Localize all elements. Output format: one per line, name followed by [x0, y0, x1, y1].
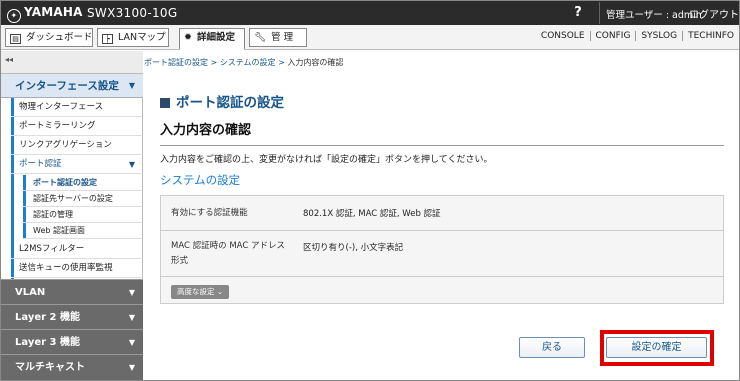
- sidebar-subitem-auth-server[interactable]: 認証先サーバーの設定: [23, 191, 143, 207]
- chevron-down-icon: ▼: [128, 160, 135, 169]
- model-name: SWX3100-10G: [87, 6, 178, 20]
- chevron-down-icon: ▼: [128, 338, 135, 347]
- section-label: マルチキャスト: [15, 362, 85, 373]
- config-link[interactable]: CONFIG: [589, 31, 636, 41]
- section-label: Layer 3 機能: [15, 337, 80, 348]
- sidebar-subitem-port-auth-settings[interactable]: ポート認証の設定: [23, 175, 143, 191]
- top-bar: ✦ YAMAHA SWX3100-10G ? 管理ユーザー : admin ログア…: [1, 1, 739, 25]
- tab-label: 管 理: [271, 32, 294, 43]
- title-marker-icon: [160, 98, 170, 108]
- logout-link[interactable]: ログアウト: [689, 6, 739, 21]
- breadcrumb-separator: >: [208, 58, 220, 67]
- console-link[interactable]: CONSOLE: [536, 31, 590, 41]
- chevron-down-icon: ▼: [128, 288, 135, 297]
- tab-lan-map[interactable]: ┝ LANマップ: [97, 28, 169, 47]
- yamaha-logo: ✦ YAMAHA: [7, 5, 83, 23]
- section-label: VLAN: [15, 287, 46, 298]
- row-label: 有効にする認証機能: [171, 208, 248, 218]
- tab-label: 詳細設定: [196, 32, 235, 43]
- breadcrumb: ポート認証の設定 > システムの設定 > 入力内容の確認: [144, 57, 343, 68]
- sidebar-item-port-mirroring[interactable]: ポートミラーリング: [11, 117, 143, 136]
- table-row: MAC 認証時の MAC アドレス形式 区切り有り(-), 小文字表記: [161, 231, 723, 277]
- sidebar-item-port-auth[interactable]: ポート認証 ▼: [11, 155, 143, 174]
- nav-bar: ▤ ダッシュボード ┝ LANマップ ✹ 詳細設定 🔧︎ 管 理 CONSOLE CONF…: [1, 25, 739, 50]
- lan-map-icon: ┝: [102, 34, 113, 44]
- gear-icon: ✹: [184, 32, 192, 43]
- divider: [160, 145, 724, 146]
- chevron-down-icon: ⌄: [216, 287, 224, 296]
- dashboard-icon: ▤: [10, 34, 21, 44]
- breadcrumb-port-auth[interactable]: ポート認証の設定: [144, 58, 208, 67]
- sidebar-item-queue-monitor[interactable]: 送信キューの使用率監視: [11, 259, 143, 278]
- tab-label: ダッシュボード: [26, 32, 93, 43]
- sidebar-item-link-aggregation[interactable]: リンクアグリゲーション: [11, 136, 143, 155]
- sidebar-section-layer3[interactable]: Layer 3 機能 ▼: [1, 329, 143, 354]
- back-button[interactable]: 戻る: [519, 337, 585, 358]
- chevron-down-icon: ▼: [128, 363, 135, 372]
- sidebar-section-multicast[interactable]: マルチキャスト ▼: [1, 354, 143, 380]
- sidebar-section-vlan[interactable]: VLAN ▼: [1, 279, 143, 304]
- sidebar: ◂◂ インターフェース設定 ▼ 物理インターフェース ポートミラーリング リンクア…: [1, 51, 143, 380]
- row-value: 802.1X 認証, MAC 認証, Web 認証: [303, 209, 441, 219]
- syslog-link[interactable]: SYSLOG: [635, 31, 682, 41]
- section-title: システムの設定: [160, 173, 241, 187]
- settings-table: 有効にする認証機能 802.1X 認証, MAC 認証, Web 認証 MAC …: [160, 195, 724, 304]
- tuning-fork-icon: ✦: [7, 9, 21, 23]
- page-subtitle: 入力内容の確認: [160, 123, 252, 138]
- tab-management[interactable]: 🔧︎ 管 理: [249, 28, 307, 47]
- confirm-button[interactable]: 設定の確定: [606, 337, 707, 358]
- sidebar-section-layer2[interactable]: Layer 2 機能 ▼: [1, 304, 143, 329]
- sidebar-section-interface[interactable]: インターフェース設定 ▼: [1, 74, 143, 98]
- help-button[interactable]: ?: [569, 3, 587, 23]
- sidebar-collapse-button[interactable]: ◂◂: [1, 51, 143, 74]
- sidebar-item-l2ms-filter[interactable]: L2MSフィルター: [11, 240, 143, 259]
- utility-links: CONSOLE CONFIG SYSLOG TECHINFO: [536, 31, 739, 41]
- tab-advanced-settings[interactable]: ✹ 詳細設定: [179, 28, 245, 50]
- tab-dashboard[interactable]: ▤ ダッシュボード: [5, 28, 93, 47]
- sidebar-item-physical-interface[interactable]: 物理インターフェース: [11, 98, 143, 117]
- divider: [599, 2, 600, 24]
- breadcrumb-current: 入力内容の確認: [287, 58, 344, 67]
- page-title-text: ポート認証の設定: [176, 95, 284, 111]
- sidebar-subitem-web-auth-screen[interactable]: Web 認証画面: [23, 223, 143, 239]
- chevron-down-icon: ▼: [128, 81, 135, 90]
- sidebar-subitem-auth-management[interactable]: 認証の管理: [23, 207, 143, 223]
- table-row: 有効にする認証機能 802.1X 認証, MAC 認証, Web 認証: [161, 196, 723, 231]
- wrench-icon: 🔧︎: [254, 32, 267, 43]
- row-label: MAC 認証時の MAC アドレス形式: [171, 241, 285, 266]
- tab-label: LANマップ: [118, 32, 166, 43]
- page-title: ポート認証の設定: [160, 91, 284, 111]
- breadcrumb-system[interactable]: システムの設定: [220, 58, 276, 67]
- main-content: ポート認証の設定 > システムの設定 > 入力内容の確認 ポート認証の設定 入力…: [144, 51, 739, 380]
- brand-name: YAMAHA: [24, 5, 83, 19]
- button-label: 高度な設定: [177, 287, 215, 296]
- chevron-down-icon: ▼: [128, 313, 135, 322]
- row-value: 区切り有り(-), 小文字表記: [303, 243, 404, 253]
- item-label: ポート認証: [19, 159, 62, 169]
- section-label: インターフェース設定: [15, 80, 119, 92]
- section-label: Layer 2 機能: [15, 312, 80, 323]
- advanced-settings-button[interactable]: 高度な設定 ⌄: [171, 285, 230, 299]
- user-label: 管理ユーザー : admin: [606, 10, 702, 21]
- breadcrumb-separator: >: [275, 58, 288, 67]
- techinfo-link[interactable]: TECHINFO: [682, 31, 739, 41]
- description: 入力内容をご確認の上、変更がなければ「設定の確定」ボタンを押してください。: [160, 155, 493, 165]
